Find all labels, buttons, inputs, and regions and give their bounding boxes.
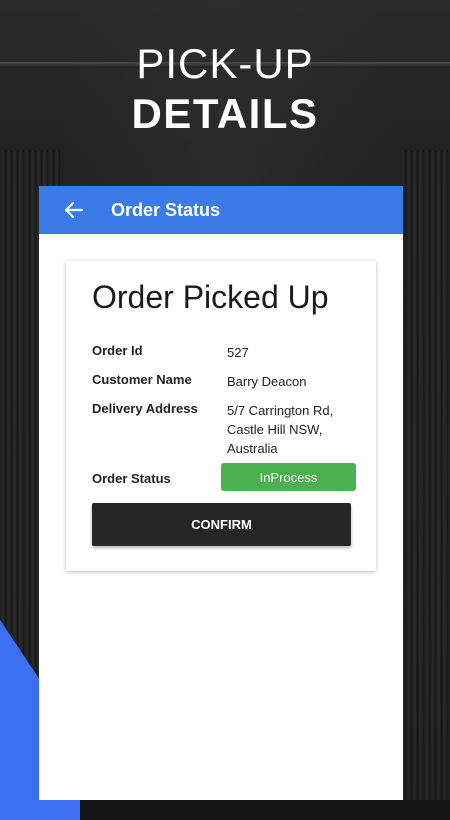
status-badge: InProcess xyxy=(221,463,356,491)
order-id-value: 527 xyxy=(227,345,249,360)
order-card: Order Picked Up Order Id 527 Customer Na… xyxy=(66,261,376,571)
hero-heading: PICK-UP DETAILS xyxy=(0,40,450,140)
address-line-3: Australia xyxy=(227,441,278,456)
address-line-2: Castle Hill NSW, xyxy=(227,422,323,437)
address-line-1: 5/7 Carrington Rd, xyxy=(227,403,334,418)
card-title: Order Picked Up xyxy=(92,279,329,315)
customer-name-label: Customer Name xyxy=(92,372,192,387)
order-status-label: Order Status xyxy=(92,471,171,486)
delivery-address-value: 5/7 Carrington Rd, Castle Hill NSW, Aust… xyxy=(227,401,357,458)
back-button[interactable] xyxy=(59,186,89,234)
app-bar-title: Order Status xyxy=(111,199,221,220)
app-screen: Order Status Order Picked Up Order Id 52… xyxy=(39,186,403,800)
clothing-right xyxy=(400,150,450,800)
confirm-button[interactable]: CONFIRM xyxy=(92,503,351,546)
delivery-address-label: Delivery Address xyxy=(92,401,198,416)
order-id-label: Order Id xyxy=(92,343,143,358)
arrow-left-icon xyxy=(65,202,83,218)
hero-line-2: DETAILS xyxy=(131,90,319,137)
customer-name-value: Barry Deacon xyxy=(227,374,307,389)
app-bar: Order Status xyxy=(39,186,403,234)
hero-line-1: PICK-UP xyxy=(136,40,314,87)
